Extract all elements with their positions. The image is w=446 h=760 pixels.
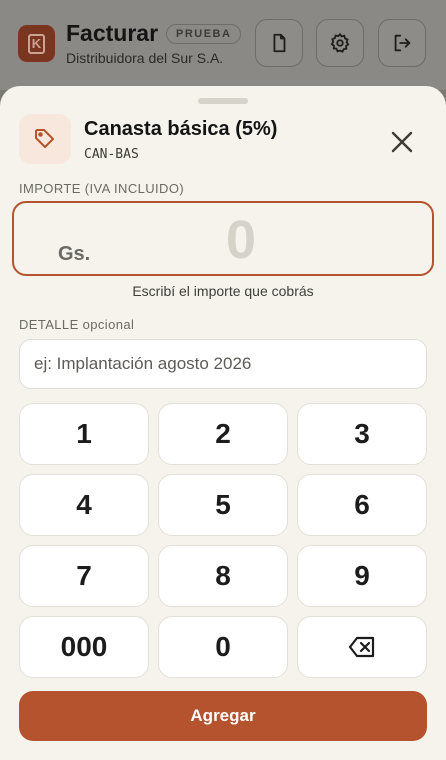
- tag-icon: [35, 129, 54, 148]
- key-3[interactable]: 3: [297, 403, 427, 465]
- key-0[interactable]: 0: [158, 616, 288, 678]
- key-6[interactable]: 6: [297, 474, 427, 536]
- amount-hint: Escribí el importe que cobrás: [132, 283, 314, 299]
- documents-button[interactable]: [255, 19, 303, 67]
- close-button[interactable]: [386, 126, 418, 158]
- close-icon: [391, 131, 413, 153]
- amount-value: 0: [226, 210, 257, 270]
- app-logo: K: [18, 25, 55, 62]
- key-4[interactable]: 4: [19, 474, 149, 536]
- app-header: K Facturar PRUEBA Distribuidora del Sur …: [0, 0, 446, 90]
- key-5[interactable]: 5: [158, 474, 288, 536]
- sheet-grabber[interactable]: [198, 98, 248, 104]
- currency-label: Gs.: [58, 243, 91, 265]
- key-8[interactable]: 8: [158, 545, 288, 607]
- category-icon-box: [19, 114, 71, 164]
- amount-input[interactable]: Gs. 0: [12, 201, 434, 276]
- settings-button[interactable]: [316, 19, 364, 67]
- gear-icon: [330, 32, 350, 53]
- document-icon: [273, 33, 286, 53]
- backspace-key[interactable]: [297, 616, 427, 678]
- category-title: Canasta básica (5%): [84, 118, 278, 140]
- detail-input[interactable]: [19, 339, 427, 389]
- key-2[interactable]: 2: [158, 403, 288, 465]
- key-9[interactable]: 9: [297, 545, 427, 607]
- detail-label: DETALLE opcional: [19, 317, 135, 332]
- key-000[interactable]: 000: [19, 616, 149, 678]
- add-button[interactable]: Agregar: [19, 691, 427, 741]
- category-code: CAN-BAS: [84, 147, 139, 162]
- add-item-sheet: Canasta básica (5%) CAN-BAS IMPORTE (IVA…: [0, 86, 446, 760]
- logo-icon: K: [28, 33, 45, 54]
- amount-label: IMPORTE (IVA INCLUIDO): [19, 181, 185, 196]
- environment-badge: PRUEBA: [166, 24, 242, 44]
- brand-name: Facturar: [66, 20, 159, 46]
- logout-icon: [394, 34, 411, 52]
- backspace-icon: [348, 636, 375, 658]
- key-7[interactable]: 7: [19, 545, 149, 607]
- logout-button[interactable]: [378, 19, 426, 67]
- key-1[interactable]: 1: [19, 403, 149, 465]
- company-name: Distribuidora del Sur S.A.: [66, 50, 224, 66]
